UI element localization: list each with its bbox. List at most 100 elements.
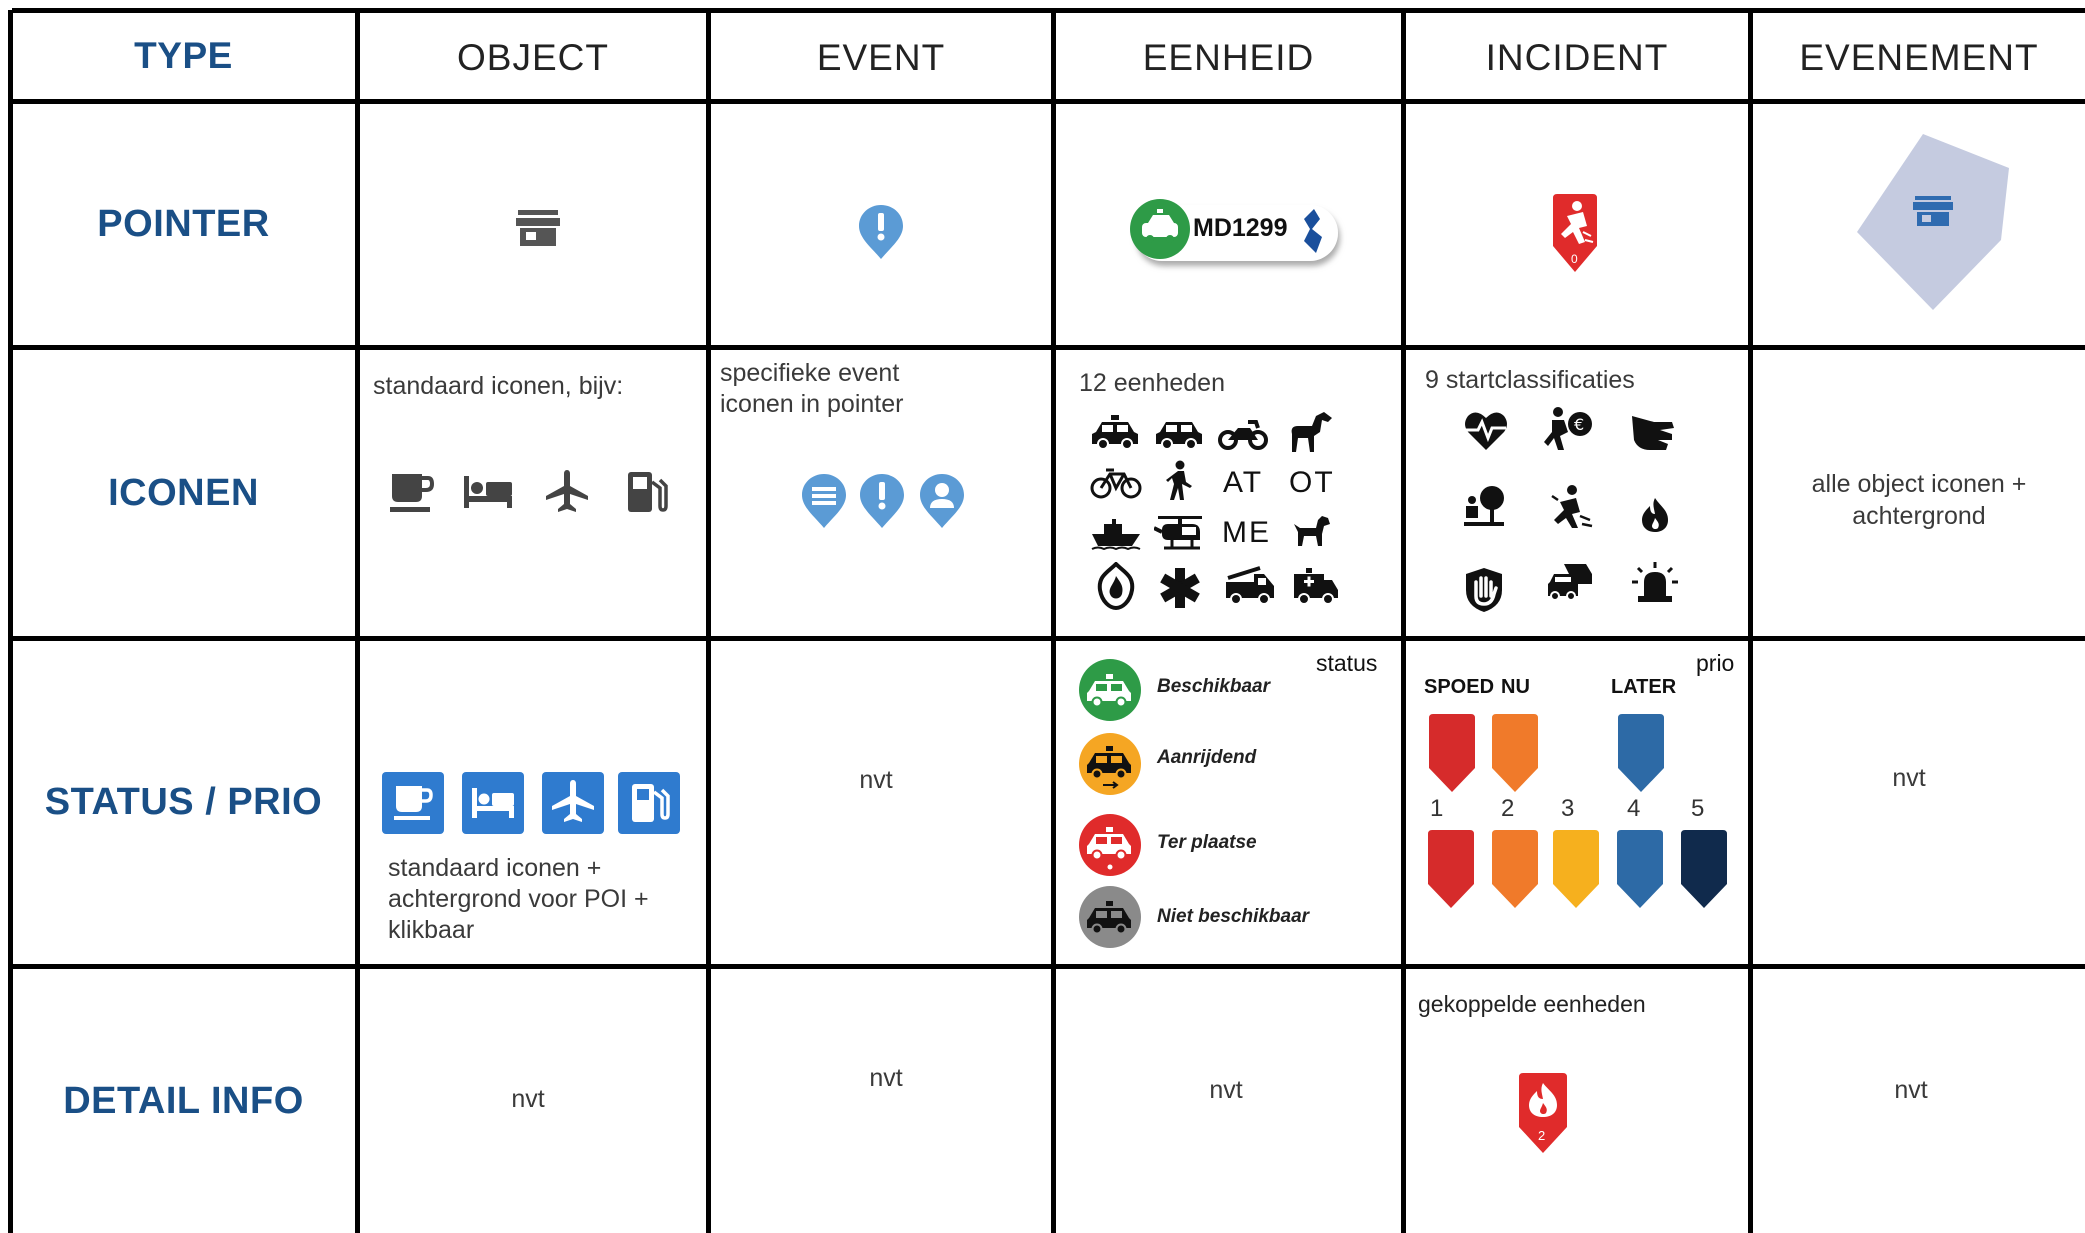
grid-line <box>1748 10 1753 1233</box>
status-available-icon <box>1077 657 1143 723</box>
status-unavailable-icon <box>1077 884 1143 950</box>
object-detail-nvt: nvt <box>511 1085 545 1113</box>
prio-3-marker <box>1549 828 1603 910</box>
eenheid-detail-nvt: nvt <box>1209 1076 1243 1104</box>
prio-number-3: 3 <box>1561 795 1575 822</box>
prio-number-2: 2 <box>1501 795 1515 822</box>
stop-hand-shield-icon <box>1462 566 1506 614</box>
coffee-icon <box>388 470 434 514</box>
poi-fuel-tile <box>618 772 680 834</box>
prio-number-4: 4 <box>1627 795 1641 822</box>
event-detail-nvt: nvt <box>869 1064 903 1092</box>
theft-icon: € <box>1544 406 1594 452</box>
ambulance-icon <box>1292 566 1340 606</box>
column-header-evenement: EVENEMENT <box>1799 37 2039 78</box>
incident-icons-caption: 9 startclassificaties <box>1425 366 1635 394</box>
bed-icon <box>462 474 514 510</box>
boat-icon <box>1090 518 1142 550</box>
unit-text-icon-at: AT <box>1223 466 1264 499</box>
motorcycle-icon <box>1218 416 1268 450</box>
prio-label-nu: NU <box>1501 676 1530 698</box>
horse-icon <box>1286 410 1334 454</box>
poi-airplane-tile <box>542 772 604 834</box>
row-header-iconen: ICONEN <box>108 471 259 514</box>
unit-text-icon-me: ME <box>1222 516 1271 549</box>
car-icon <box>1154 418 1204 450</box>
event-icons-caption-line2: iconen in pointer <box>720 390 904 418</box>
dog-icon <box>1292 514 1332 548</box>
prio-2-marker <box>1488 828 1542 910</box>
poi-caption-line1: standaard iconen + <box>388 854 602 882</box>
column-header-event: EVENT <box>816 37 946 78</box>
eenheid-status-caption: status <box>1316 650 1378 676</box>
prio-1-marker <box>1424 828 1478 910</box>
status-on-scene-label: Ter plaatse <box>1157 832 1257 853</box>
fire-brigade-emblem-icon <box>1094 562 1138 610</box>
column-header-incident: INCIDENT <box>1485 37 1669 78</box>
row-header-pointer: POINTER <box>97 203 270 245</box>
event-icons-caption-line1: specifieke event <box>720 359 900 387</box>
poi-caption-line3: klikbaar <box>388 916 475 944</box>
poi-coffee-tile <box>382 772 444 834</box>
prio-4-marker <box>1613 828 1667 910</box>
event-message-icon <box>800 472 848 530</box>
nature-person-icon <box>1462 484 1508 528</box>
prio-later-marker <box>1614 712 1668 794</box>
status-on-scene-icon <box>1077 812 1143 878</box>
star-of-life-icon <box>1158 566 1202 610</box>
prio-nu-marker <box>1488 712 1542 794</box>
helicopter-icon <box>1154 512 1208 554</box>
row-header-status-prio: STATUS / PRIO <box>44 781 323 823</box>
grid-line <box>355 10 360 1233</box>
incident-prio-caption: prio <box>1696 650 1735 676</box>
unit-code: MD1299 <box>1193 214 1288 242</box>
evenement-status-nvt: nvt <box>1892 764 1926 792</box>
type-header: TYPE <box>134 34 233 76</box>
grid-line <box>1051 10 1056 1233</box>
alarm-siren-icon <box>1630 560 1680 604</box>
column-header-eenheid: EENHEID <box>1142 37 1315 78</box>
evenement-detail-nvt: nvt <box>1894 1076 1928 1104</box>
column-header-object: OBJECT <box>457 37 609 78</box>
airplane-icon <box>544 468 590 514</box>
evenement-icons-line1: alle object iconen + <box>1811 470 2027 498</box>
bicycle-icon <box>1090 466 1142 500</box>
police-car-icon <box>1090 414 1140 450</box>
object-icons-caption: standaard iconen, bijv: <box>373 372 624 400</box>
eenheid-icons-caption: 12 eenheden <box>1079 369 1225 397</box>
status-available-label: Beschikbaar <box>1157 676 1271 697</box>
poi-caption-line2: achtergrond voor POI + <box>388 885 649 913</box>
hand-grab-icon <box>1628 412 1676 454</box>
unit-text-icon-ot: OT <box>1289 466 1335 499</box>
accident-person-icon <box>1548 484 1594 530</box>
status-unavailable-label: Niet beschikbaar <box>1157 906 1310 927</box>
incident-detail-caption: gekoppelde eenheden <box>1418 991 1646 1017</box>
grid-line <box>706 10 711 1233</box>
heart-pulse-icon <box>1462 410 1510 452</box>
traffic-collision-icon <box>1546 560 1594 604</box>
pedestrian-icon <box>1162 460 1196 502</box>
prio-label-spoed: SPOED <box>1424 676 1495 698</box>
event-pointer-icon <box>857 203 905 261</box>
prio-number-5: 5 <box>1691 795 1705 822</box>
prio-5-marker <box>1677 828 1731 910</box>
store-icon <box>514 208 562 248</box>
event-status-nvt: nvt <box>859 766 893 794</box>
incident-pointer-number: 0 <box>1571 252 1578 266</box>
svg-text:€: € <box>1574 415 1584 434</box>
linked-unit-number: 2 <box>1538 1128 1546 1143</box>
event-alert-icon <box>858 472 906 530</box>
prio-spoed-marker <box>1425 712 1479 794</box>
fire-icon <box>1640 496 1670 534</box>
evenement-icons-line2: achtergrond <box>1852 502 1986 530</box>
grid-line <box>1401 10 1406 1233</box>
evenement-pointer-shape <box>1853 132 2013 312</box>
fire-truck-icon <box>1224 566 1276 606</box>
prio-label-later: LATER <box>1611 676 1677 698</box>
prio-number-1: 1 <box>1430 795 1444 822</box>
evenement-icons-text: alle object iconen + achtergrond <box>1753 468 2085 532</box>
row-header-detail-info: DETAIL INFO <box>63 1079 304 1122</box>
event-person-icon <box>918 472 966 530</box>
status-responding-icon <box>1077 731 1143 797</box>
status-responding-label: Aanrijdend <box>1157 747 1257 768</box>
